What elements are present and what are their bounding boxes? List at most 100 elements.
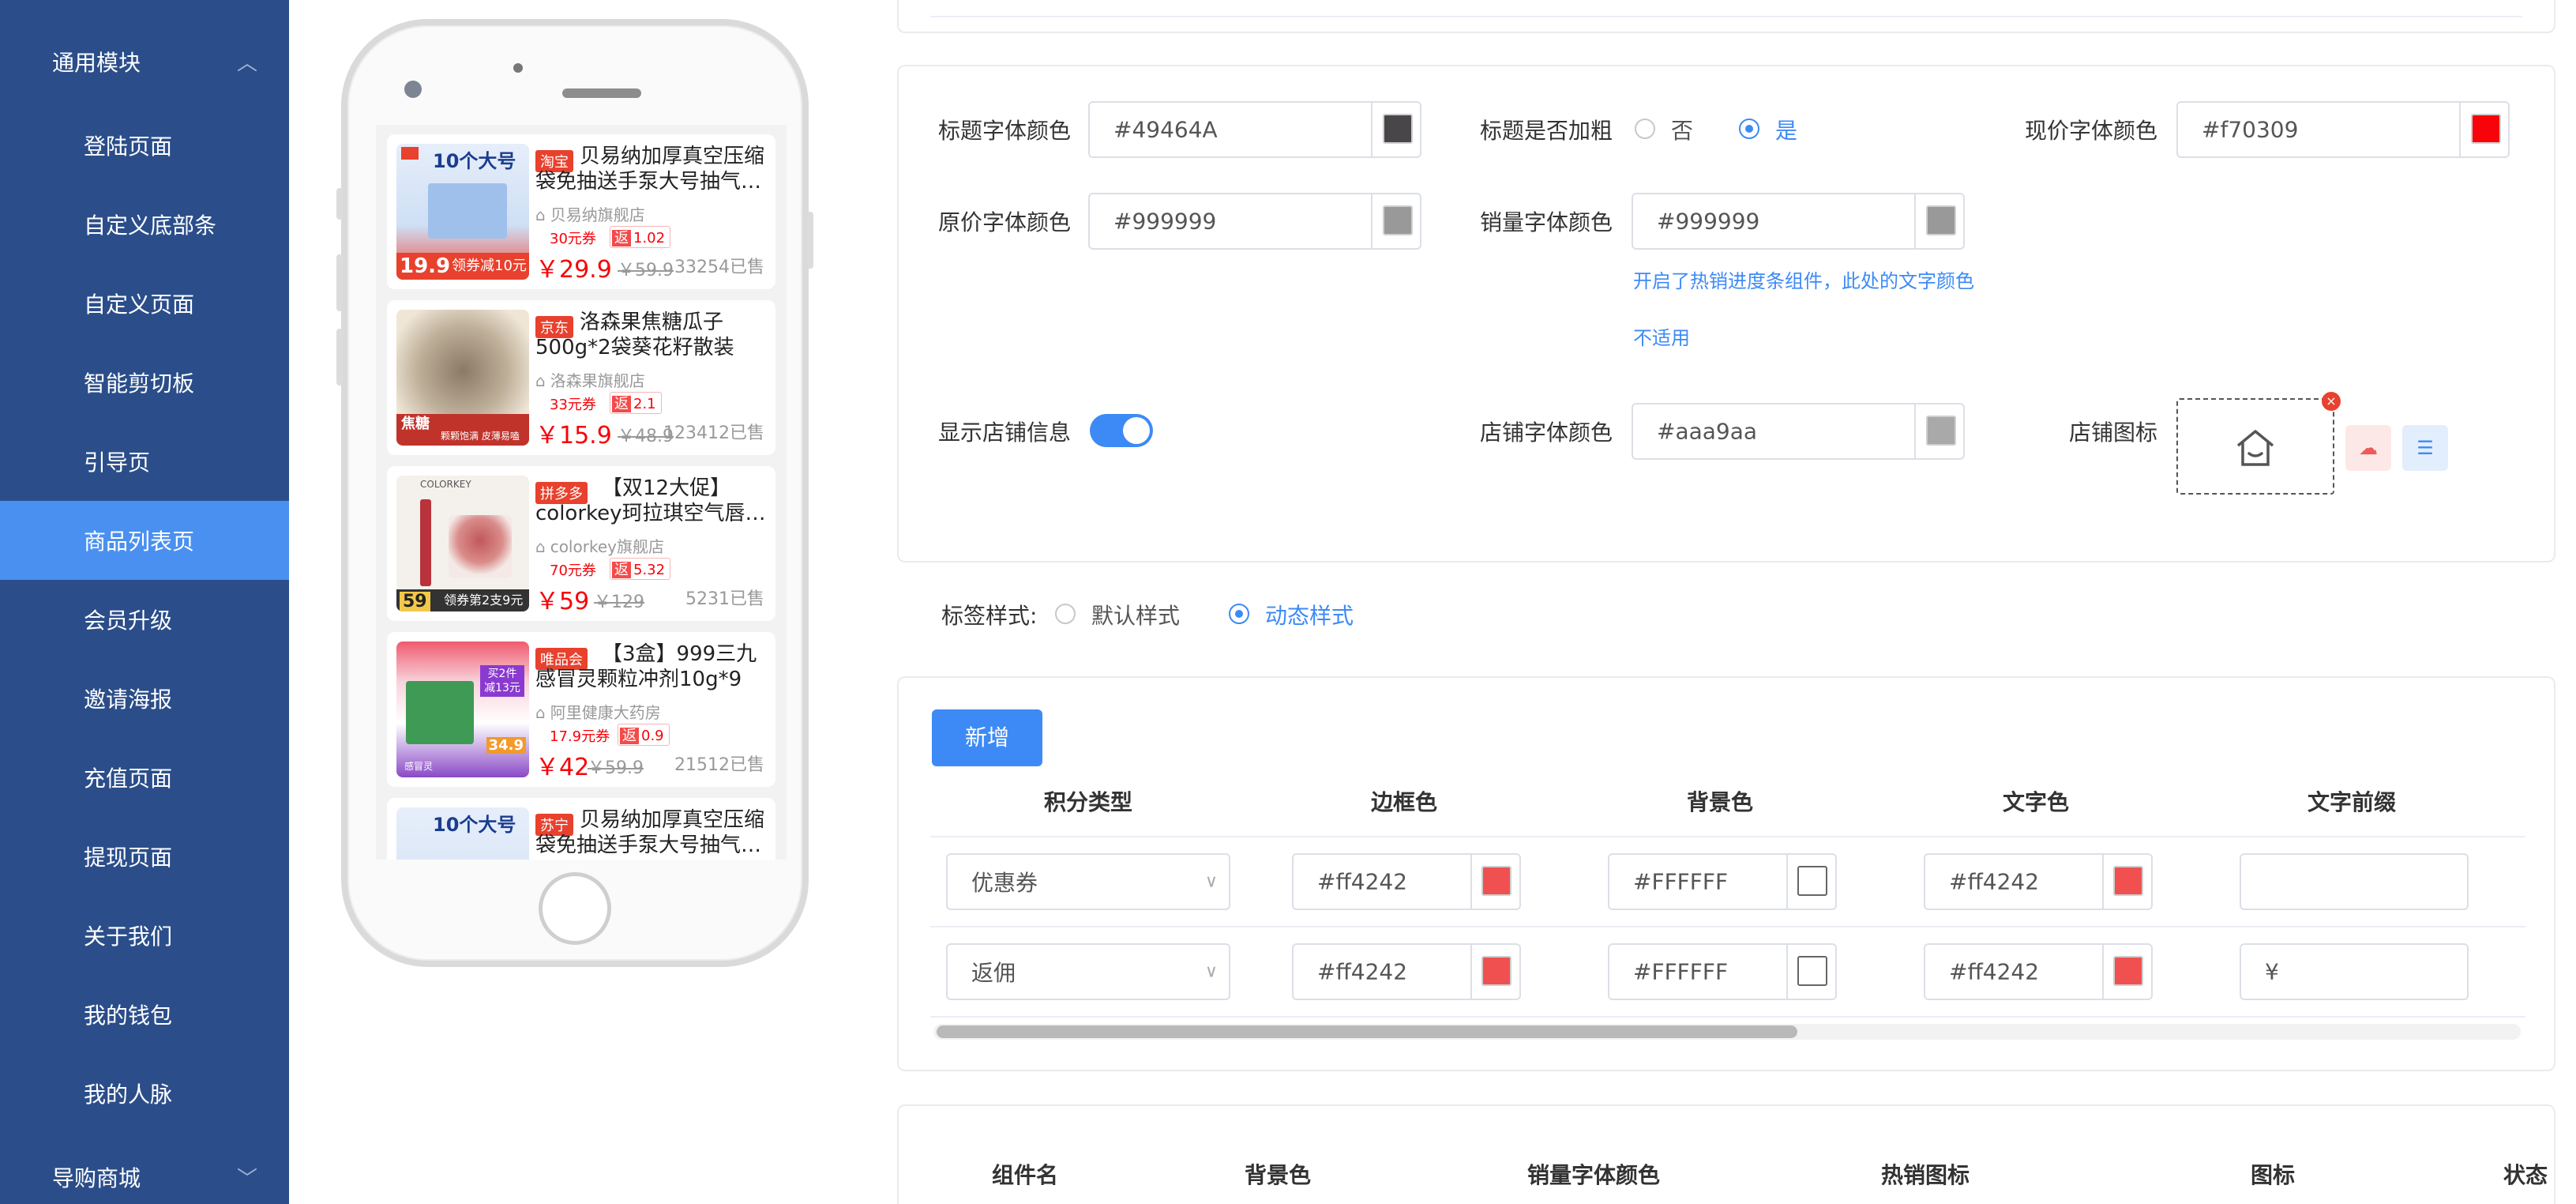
sidebar-item-product-list[interactable]: 商品列表页 <box>0 501 289 580</box>
coupon-tag: 17.9元券 <box>550 728 610 745</box>
bold-yes-label[interactable]: 是 <box>1775 114 1797 145</box>
price-color-value: #f70309 <box>2202 116 2299 143</box>
shop-color-input[interactable]: #aaa9aa <box>1632 403 1965 460</box>
rebate-value: 2.1 <box>633 396 656 412</box>
list-icon[interactable]: ☰ <box>2402 425 2448 471</box>
original-price-color-input[interactable]: #999999 <box>1088 193 1421 250</box>
sidebar-item-label: 自定义页面 <box>84 292 195 318</box>
sidebar-item-login[interactable]: 登陆页面 <box>0 106 289 185</box>
coupon-tag: 30元券 <box>550 231 596 247</box>
sidebar-item-network[interactable]: 我的人脉 <box>0 1054 289 1133</box>
current-price: ￥42 <box>535 754 590 781</box>
sidebar-item-label: 我的人脉 <box>84 1082 173 1108</box>
sidebar-item-guide[interactable]: 引导页 <box>0 422 289 501</box>
show-shop-toggle[interactable] <box>1090 414 1153 447</box>
rebate-tag: 返 5.32 <box>610 558 671 580</box>
bg-color-value: #FFFFFF <box>1633 958 1729 985</box>
sales-color-input[interactable]: #999999 <box>1632 193 1965 250</box>
shop-color-value: #aaa9aa <box>1657 418 1758 445</box>
border-color-picker[interactable] <box>1470 855 1519 909</box>
sidebar-group-general[interactable]: 通用模块 ︿ <box>0 22 289 101</box>
text-color-input[interactable]: #ff4242 <box>1924 943 2153 1000</box>
shop-icon-upload[interactable]: × <box>2176 392 2341 495</box>
color-swatch <box>1926 205 1956 235</box>
sidebar-item-label: 邀请海报 <box>84 687 173 713</box>
previous-panel <box>897 0 2555 33</box>
phone-sensor <box>404 81 422 98</box>
scrollbar-track[interactable] <box>933 1024 2521 1040</box>
default-style-radio[interactable] <box>1055 604 1076 624</box>
bg-color-picker[interactable] <box>1786 945 1835 999</box>
add-button[interactable]: 新增 <box>932 709 1042 766</box>
text-color-picker[interactable] <box>2102 945 2151 999</box>
type-select[interactable]: 优惠券 ∨ <box>946 853 1230 910</box>
color-swatch <box>2113 956 2143 986</box>
prefix-input[interactable]: ¥ <box>2240 943 2469 1000</box>
sidebar-item-custom-tabbar[interactable]: 自定义底部条 <box>0 185 289 264</box>
title-color-picker[interactable] <box>1371 103 1420 156</box>
product-title: 贝易纳加厚真空压缩袋免抽送手泵大号抽气… <box>535 808 765 857</box>
rebate-icon: 返 <box>612 562 631 578</box>
column-header-bg: 背景色 <box>1686 789 1754 815</box>
sidebar-item-label: 引导页 <box>84 450 151 476</box>
style-settings-panel: 标题字体颜色 #49464A 标题是否加粗 否 是 现价字体颜色 #f70309… <box>897 65 2555 562</box>
type-select[interactable]: 返佣 ∨ <box>946 943 1230 1000</box>
dynamic-style-radio[interactable] <box>1229 604 1249 624</box>
product-card[interactable]: 10个大号 19.9 领券减10元 淘宝 贝易纳加厚真空压缩袋免抽送手泵大号抽气… <box>387 134 775 289</box>
sold-count: 123412已售 <box>663 423 764 443</box>
bold-no-radio[interactable] <box>1635 119 1655 139</box>
original-price-color-picker[interactable] <box>1371 194 1420 248</box>
rebate-icon: 返 <box>620 728 639 744</box>
sidebar-item-label: 提现页面 <box>84 845 173 871</box>
rebate-value: 5.32 <box>633 562 666 578</box>
product-card[interactable]: COLORKEY 59 领券第2支9元 拼多多 【双12大促】colorkey珂… <box>387 466 775 621</box>
sidebar-item-wallet[interactable]: 我的钱包 <box>0 975 289 1054</box>
color-swatch <box>1797 956 1827 986</box>
title-color-input[interactable]: #49464A <box>1088 101 1421 158</box>
sales-color-label: 销量字体颜色 <box>1480 209 1613 235</box>
bg-color-input[interactable]: #FFFFFF <box>1608 943 1837 1000</box>
sidebar-item-label: 关于我们 <box>84 924 173 950</box>
product-card[interactable]: 10个大号 苏宁 贝易纳加厚真空压缩袋免抽送手泵大号抽气… <box>387 798 775 860</box>
sidebar-item-about[interactable]: 关于我们 <box>0 896 289 975</box>
thumb-lipstick <box>420 499 431 586</box>
prefix-input[interactable] <box>2240 853 2469 910</box>
color-swatch <box>2113 866 2143 896</box>
color-swatch <box>1383 114 1413 144</box>
product-card[interactable]: 焦糖 颗颗饱满 皮薄易嗑 京东 洛森果焦糖瓜子500g*2袋葵花籽散装包… ⌂洛… <box>387 300 775 455</box>
sidebar-group-label: 通用模块 <box>52 50 141 76</box>
sales-color-picker[interactable] <box>1914 194 1963 248</box>
shop-color-picker[interactable] <box>1914 404 1963 458</box>
product-title: 洛森果焦糖瓜子500g*2袋葵花籽散装包… <box>535 310 734 359</box>
price-color-label: 现价字体颜色 <box>2025 118 2158 144</box>
dynamic-style-label[interactable]: 动态样式 <box>1265 599 1354 630</box>
bg-color-picker[interactable] <box>1786 855 1835 909</box>
price-color-input[interactable]: #f70309 <box>2176 101 2510 158</box>
border-color-input[interactable]: #ff4242 <box>1292 853 1521 910</box>
sidebar-item-invite-poster[interactable]: 邀请海报 <box>0 659 289 738</box>
bg-color-input[interactable]: #FFFFFF <box>1608 853 1837 910</box>
bold-yes-radio[interactable] <box>1739 119 1759 139</box>
product-card[interactable]: 买2件 减13元 34.9 感冒灵 唯品会 【3盒】999三九感冒灵颗粒冲剂10… <box>387 632 775 787</box>
store-icon <box>2236 430 2274 466</box>
text-color-picker[interactable] <box>2102 855 2151 909</box>
sidebar-item-recharge[interactable]: 充值页面 <box>0 738 289 817</box>
sidebar-item-withdraw[interactable]: 提现页面 <box>0 817 289 896</box>
price-color-picker[interactable] <box>2459 103 2508 156</box>
upload-cloud-icon[interactable]: ☁ <box>2345 425 2391 471</box>
sidebar-item-smart-clipboard[interactable]: 智能剪切板 <box>0 343 289 422</box>
remove-icon[interactable]: × <box>2322 392 2341 411</box>
divider <box>930 926 2525 927</box>
scrollbar-thumb[interactable] <box>937 1025 1797 1038</box>
border-color-input[interactable]: #ff4242 <box>1292 943 1521 1000</box>
phone-power-button <box>807 212 813 269</box>
sidebar-item-custom-page[interactable]: 自定义页面 <box>0 264 289 343</box>
text-color-input[interactable]: #ff4242 <box>1924 853 2153 910</box>
sidebar-group-shop[interactable]: 导购商城 ﹀ <box>0 1138 289 1204</box>
sidebar-item-member-upgrade[interactable]: 会员升级 <box>0 580 289 659</box>
column-header-bg-color: 背景色 <box>1244 1162 1312 1188</box>
bold-no-label[interactable]: 否 <box>1671 114 1693 145</box>
default-style-label[interactable]: 默认样式 <box>1091 599 1180 630</box>
shop-name: ⌂ 贝易纳旗舰店 <box>535 202 645 225</box>
border-color-picker[interactable] <box>1470 945 1519 999</box>
